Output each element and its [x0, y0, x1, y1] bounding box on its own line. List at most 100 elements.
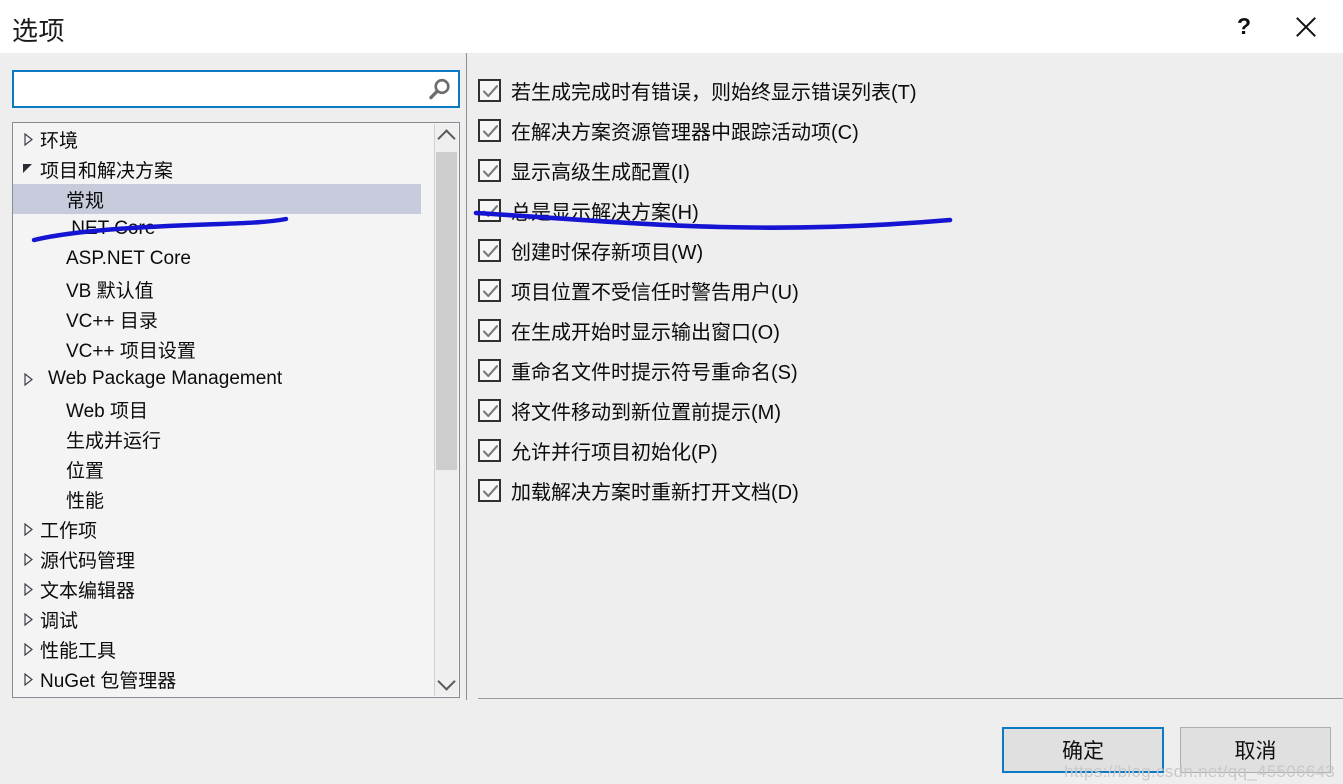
option-label: 若生成完成时有错误，则始终显示错误列表(T)	[511, 81, 917, 104]
tree-list: 环境项目和解决方案常规 .NET Core ASP.NET Core VB 默认值 VC…	[13, 124, 421, 694]
option-row-7[interactable]: 重命名文件时提示符号重命名(S)	[478, 350, 1331, 390]
tree-item-15[interactable]: 文本编辑器	[13, 574, 421, 604]
ok-button-label: 确定	[1062, 740, 1104, 763]
tree-item-14[interactable]: 源代码管理	[13, 544, 421, 574]
option-row-6[interactable]: 在生成开始时显示输出窗口(O)	[478, 310, 1331, 350]
tree-item-label: 文本编辑器	[40, 580, 136, 602]
tree-item-label: 性能	[66, 490, 105, 512]
tree-item-label: 工作项	[40, 520, 98, 542]
tree-item-12[interactable]: 性能	[13, 484, 421, 514]
checkbox-8[interactable]	[478, 398, 501, 422]
settings-tree[interactable]: 环境项目和解决方案常规 .NET Core ASP.NET Core VB 默认值 VC…	[12, 122, 460, 698]
tree-item-18[interactable]: NuGet 包管理器	[13, 664, 421, 694]
check-icon	[482, 204, 499, 217]
tree-item-10[interactable]: 生成并运行	[13, 424, 421, 454]
check-icon	[482, 84, 499, 97]
check-icon	[482, 444, 499, 457]
checkbox-9[interactable]	[478, 438, 501, 462]
tree-item-label: 常规	[66, 190, 105, 212]
check-icon	[482, 364, 499, 377]
tree-item-9[interactable]: Web 项目	[13, 394, 421, 424]
check-icon	[482, 404, 499, 417]
pane-divider	[466, 53, 467, 700]
tree-item-6[interactable]: VC++ 目录	[13, 304, 421, 334]
option-label: 项目位置不受信任时警告用户(U)	[511, 281, 799, 304]
dialog-body: 环境项目和解决方案常规 .NET Core ASP.NET Core VB 默认值 VC…	[0, 53, 1343, 784]
tree-item-1[interactable]: 项目和解决方案	[13, 154, 421, 184]
tree-item-0[interactable]: 环境	[13, 124, 421, 154]
chevron-right-icon[interactable]	[22, 643, 40, 656]
search-input[interactable]	[22, 72, 422, 106]
chevron-right-icon[interactable]	[22, 673, 40, 686]
tree-item-label: VC++ 目录	[66, 310, 158, 332]
checkbox-4[interactable]	[478, 238, 501, 262]
option-row-4[interactable]: 创建时保存新项目(W)	[478, 230, 1331, 270]
option-label: 在生成开始时显示输出窗口(O)	[511, 321, 780, 344]
tree-item-label: NuGet 包管理器	[40, 670, 177, 692]
scroll-up-button[interactable]	[435, 124, 458, 149]
tree-item-label: 项目和解决方案	[40, 160, 174, 182]
option-row-9[interactable]: 允许并行项目初始化(P)	[478, 430, 1331, 470]
option-row-3[interactable]: 总是显示解决方案(H)	[478, 190, 1331, 230]
chevron-right-icon[interactable]	[22, 583, 40, 596]
question-mark-icon: ?	[1236, 13, 1252, 39]
tree-item-17[interactable]: 性能工具	[13, 634, 421, 664]
close-button[interactable]	[1283, 0, 1329, 53]
option-label: 创建时保存新项目(W)	[511, 241, 704, 264]
tree-item-3[interactable]: .NET Core	[13, 214, 421, 244]
chevron-right-icon[interactable]	[22, 373, 40, 386]
chevron-down-icon[interactable]	[22, 163, 40, 173]
scroll-down-button[interactable]	[435, 671, 458, 696]
tree-item-8[interactable]: Web Package Management	[13, 364, 421, 394]
option-row-10[interactable]: 加载解决方案时重新打开文档(D)	[478, 470, 1331, 510]
option-row-5[interactable]: 项目位置不受信任时警告用户(U)	[478, 270, 1331, 310]
tree-item-label: ASP.NET Core	[66, 248, 191, 269]
tree-item-4[interactable]: ASP.NET Core	[13, 244, 421, 274]
tree-item-2[interactable]: 常规	[13, 184, 421, 214]
option-row-1[interactable]: 在解决方案资源管理器中跟踪活动项(C)	[478, 110, 1331, 150]
checkbox-6[interactable]	[478, 318, 501, 342]
close-icon	[1293, 14, 1319, 40]
chevron-right-icon[interactable]	[22, 133, 40, 146]
tree-item-label: 调试	[40, 610, 79, 632]
tree-item-13[interactable]: 工作项	[13, 514, 421, 544]
tree-item-16[interactable]: 调试	[13, 604, 421, 634]
check-icon	[482, 124, 499, 137]
tree-item-label: 生成并运行	[66, 430, 162, 452]
option-label: 加载解决方案时重新打开文档(D)	[511, 481, 799, 504]
checkbox-3[interactable]	[478, 198, 501, 222]
tree-item-5[interactable]: VB 默认值	[13, 274, 421, 304]
scrollbar-thumb[interactable]	[436, 152, 457, 470]
option-row-2[interactable]: 显示高级生成配置(I)	[478, 150, 1331, 190]
option-label: 允许并行项目初始化(P)	[511, 441, 718, 464]
checkbox-2[interactable]	[478, 158, 501, 182]
option-label: 重命名文件时提示符号重命名(S)	[511, 361, 798, 384]
checkbox-0[interactable]	[478, 78, 501, 102]
footer-separator	[478, 698, 1343, 699]
option-row-8[interactable]: 将文件移动到新位置前提示(M)	[478, 390, 1331, 430]
chevron-right-icon[interactable]	[22, 523, 40, 536]
help-button[interactable]: ?	[1221, 0, 1267, 53]
page-title: 选项	[12, 16, 66, 46]
tree-item-11[interactable]: 位置	[13, 454, 421, 484]
chevron-down-icon	[437, 672, 456, 691]
tree-scrollbar[interactable]	[434, 124, 458, 696]
watermark-text: https://blog.csdn.net/qq_45506643	[1064, 762, 1335, 781]
chevron-right-icon[interactable]	[22, 553, 40, 566]
checkbox-7[interactable]	[478, 358, 501, 382]
tree-item-label: Web 项目	[66, 400, 149, 422]
option-label: 显示高级生成配置(I)	[511, 161, 690, 184]
option-row-0[interactable]: 若生成完成时有错误，则始终显示错误列表(T)	[478, 70, 1331, 110]
search-box[interactable]	[12, 70, 460, 108]
check-icon	[482, 164, 499, 177]
checkbox-5[interactable]	[478, 278, 501, 302]
search-icon[interactable]	[426, 77, 452, 103]
checkbox-1[interactable]	[478, 118, 501, 142]
tree-item-label: VB 默认值	[66, 280, 154, 302]
tree-item-label: Web Package Management	[48, 368, 283, 389]
tree-item-label: 性能工具	[40, 640, 117, 662]
chevron-right-icon[interactable]	[22, 613, 40, 626]
tree-item-7[interactable]: VC++ 项目设置	[13, 334, 421, 364]
checkbox-10[interactable]	[478, 478, 501, 502]
check-icon	[482, 324, 499, 337]
